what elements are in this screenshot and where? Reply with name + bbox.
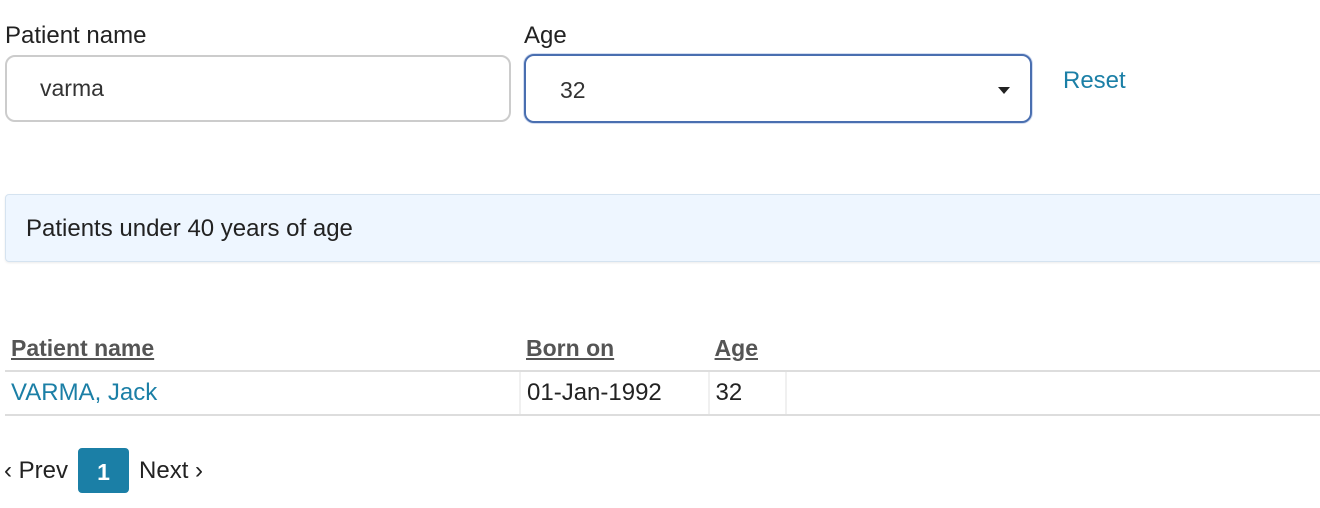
table-row: VARMA, Jack 01-Jan-1992 32 [5, 371, 1320, 416]
reset-link[interactable]: Reset [1063, 67, 1126, 95]
column-header-age[interactable]: Age [708, 330, 787, 372]
sort-link-patient-name[interactable]: Patient name [11, 335, 154, 361]
age-select-value: 32 [560, 77, 586, 103]
column-header-filler [786, 330, 1320, 372]
column-header-patient-name[interactable]: Patient name [5, 330, 521, 372]
chevron-down-icon [998, 87, 1010, 94]
info-message: Patients under 40 years of age [26, 215, 353, 242]
table-header-row: Patient name Born on Age [5, 330, 1320, 372]
patient-link[interactable]: VARMA, Jack [11, 379, 157, 406]
info-panel: Patients under 40 years of age [5, 194, 1320, 262]
patient-name-input[interactable] [5, 55, 511, 122]
patient-name-label: Patient name [5, 22, 147, 49]
cell-patient-name: VARMA, Jack [5, 371, 522, 416]
prev-page-link[interactable]: ‹ Prev [4, 457, 68, 485]
pagination: ‹ Prev 1 Next › [4, 448, 203, 493]
age-label: Age [524, 22, 567, 49]
column-header-born-on[interactable]: Born on [520, 330, 709, 372]
page-1-button[interactable]: 1 [78, 448, 130, 493]
cell-born-on: 01-Jan-1992 [520, 371, 710, 416]
results-table: Patient name Born on Age VARMA, Jack 01-… [5, 330, 1320, 416]
age-select[interactable]: 32 [524, 54, 1032, 123]
next-page-link[interactable]: Next › [139, 457, 203, 485]
sort-link-age[interactable]: Age [715, 335, 758, 361]
sort-link-born-on[interactable]: Born on [526, 335, 614, 361]
cell-filler [786, 371, 1320, 416]
cell-age: 32 [708, 371, 788, 416]
